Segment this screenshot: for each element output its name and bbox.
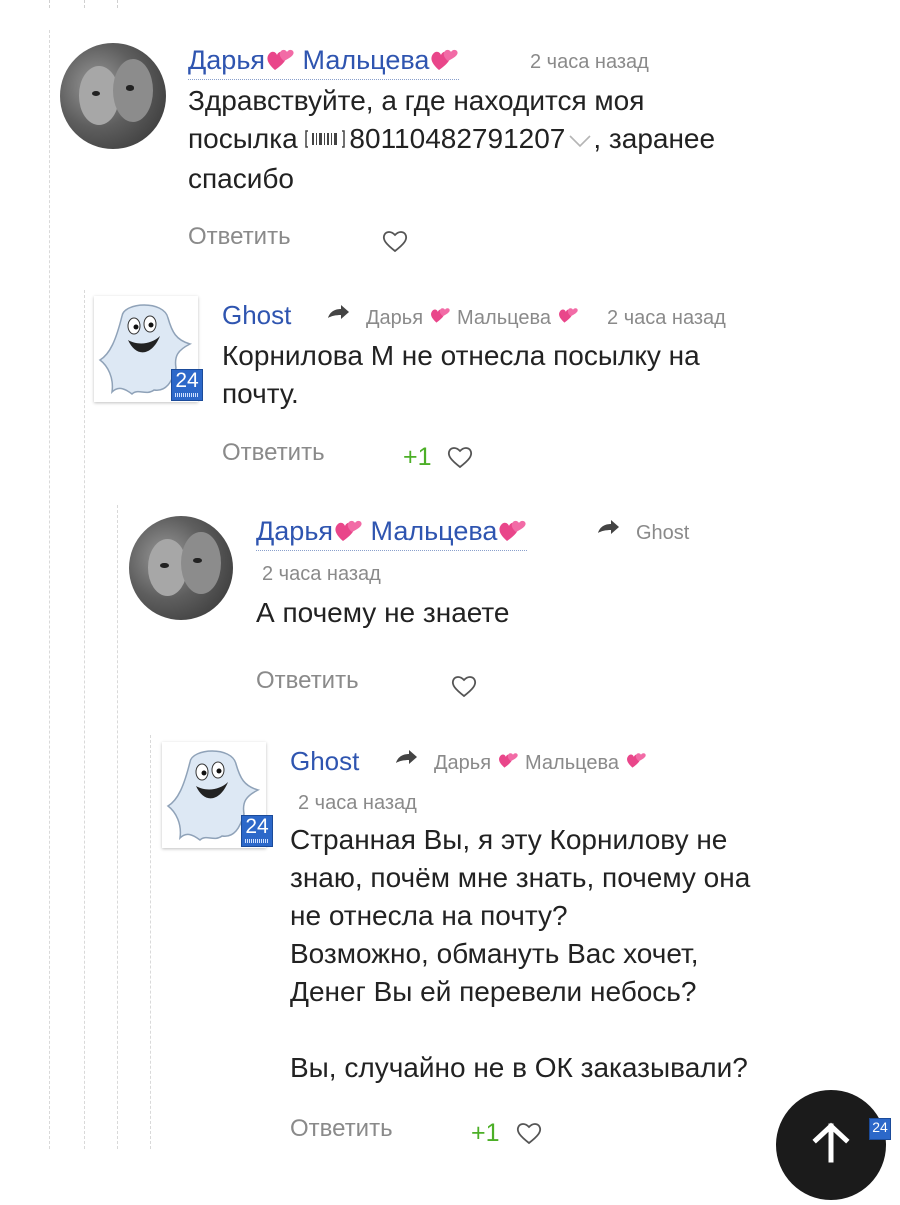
heart-emoji	[497, 515, 527, 550]
reply-button[interactable]: Ответить	[188, 222, 291, 252]
comment-text-line: Странная Вы, я эту Корнилову не	[290, 824, 728, 855]
like-count: +1	[471, 1119, 500, 1147]
reply-to[interactable]: Дарья Мальцева 2 часа назад	[326, 304, 726, 331]
comment-body: Странная Вы, я эту Корнилову не знаю, по…	[290, 821, 870, 1087]
reply-arrow-icon	[394, 749, 418, 776]
like-count: +1	[403, 443, 432, 471]
reply-button[interactable]: Ответить	[222, 438, 325, 468]
author-first-name: Дарья	[256, 516, 334, 546]
arrow-up-icon	[812, 1122, 850, 1163]
comment-text-line: Корнилова М не отнесла посылку на	[222, 340, 700, 371]
author-last-name: Мальцева	[302, 45, 430, 75]
badge-24-icon: 24	[869, 1118, 891, 1140]
thread-line	[84, 0, 85, 8]
thread-line	[49, 0, 50, 8]
thread-line	[117, 0, 118, 8]
thread-line	[84, 290, 85, 1149]
heart-outline-icon[interactable]	[515, 1120, 543, 1151]
badge-24-icon: 24	[241, 815, 273, 847]
badge-24-icon: 24	[171, 369, 203, 401]
heart-emoji	[333, 515, 363, 550]
author-name[interactable]: Дарья Мальцева	[188, 44, 460, 81]
author-name[interactable]: Дарья Мальцева	[256, 515, 528, 552]
heart-outline-icon[interactable]	[381, 228, 409, 259]
scroll-to-top-button[interactable]	[776, 1090, 886, 1200]
comment-text-line: Денег Вы ей перевели небось?	[290, 976, 697, 1007]
thread-line	[150, 735, 151, 1149]
reply-arrow-icon	[596, 519, 620, 546]
comment-text-line: спасибо	[188, 162, 294, 194]
avatar[interactable]	[129, 516, 233, 620]
comment-body: А почему не знаете	[256, 594, 856, 632]
author-name[interactable]: Ghost	[222, 299, 291, 331]
heart-emoji	[429, 304, 451, 331]
reply-button[interactable]: Ответить	[256, 666, 359, 696]
reply-to[interactable]: Ghost	[596, 519, 689, 546]
barcode-icon	[305, 122, 346, 160]
heart-emoji	[265, 44, 295, 79]
comment-text-line: не отнесла на почту?	[290, 900, 568, 931]
author-name[interactable]: Ghost	[290, 745, 359, 777]
tracking-number[interactable]: 80110482791207	[349, 123, 565, 154]
comment-text-line: А почему не знаете	[256, 597, 510, 628]
reply-button[interactable]: Ответить	[290, 1114, 393, 1144]
comment-time: 2 часа назад	[298, 792, 417, 814]
thread-line	[117, 505, 118, 1149]
comment-body: Здравствуйте, а где находится моя посылк…	[188, 82, 868, 198]
heart-outline-icon[interactable]	[446, 444, 474, 475]
chevron-down-icon[interactable]	[567, 122, 593, 160]
heart-emoji	[497, 749, 519, 776]
comment-time: 2 часа назад	[530, 51, 649, 73]
heart-emoji	[429, 44, 459, 79]
comment-text-line: знаю, почём мне знать, почему она	[290, 862, 751, 893]
comment-time: 2 часа назад	[607, 306, 726, 329]
reply-to[interactable]: Дарья Мальцева	[394, 749, 647, 776]
comment-text-line: Возможно, обмануть Вас хочет,	[290, 938, 699, 969]
reply-arrow-icon	[326, 304, 350, 331]
comment-text-line: Вы, случайно не в ОК заказывали?	[290, 1052, 748, 1083]
comment-text-line	[290, 1011, 870, 1049]
author-last-name: Мальцева	[370, 516, 498, 546]
comment-text-line: почту.	[222, 378, 299, 409]
comment-time: 2 часа назад	[262, 563, 381, 585]
comment-text-line: посылка 80110482791207, заранее	[188, 120, 868, 160]
avatar[interactable]	[60, 43, 166, 149]
thread-line	[49, 30, 50, 1149]
heart-emoji	[557, 304, 579, 331]
heart-outline-icon[interactable]	[450, 673, 478, 704]
comment-body: Корнилова М не отнесла посылку на почту.	[222, 337, 872, 413]
heart-emoji	[625, 749, 647, 776]
comment-text-line: Здравствуйте, а где находится моя	[188, 85, 645, 116]
author-first-name: Дарья	[188, 45, 266, 75]
